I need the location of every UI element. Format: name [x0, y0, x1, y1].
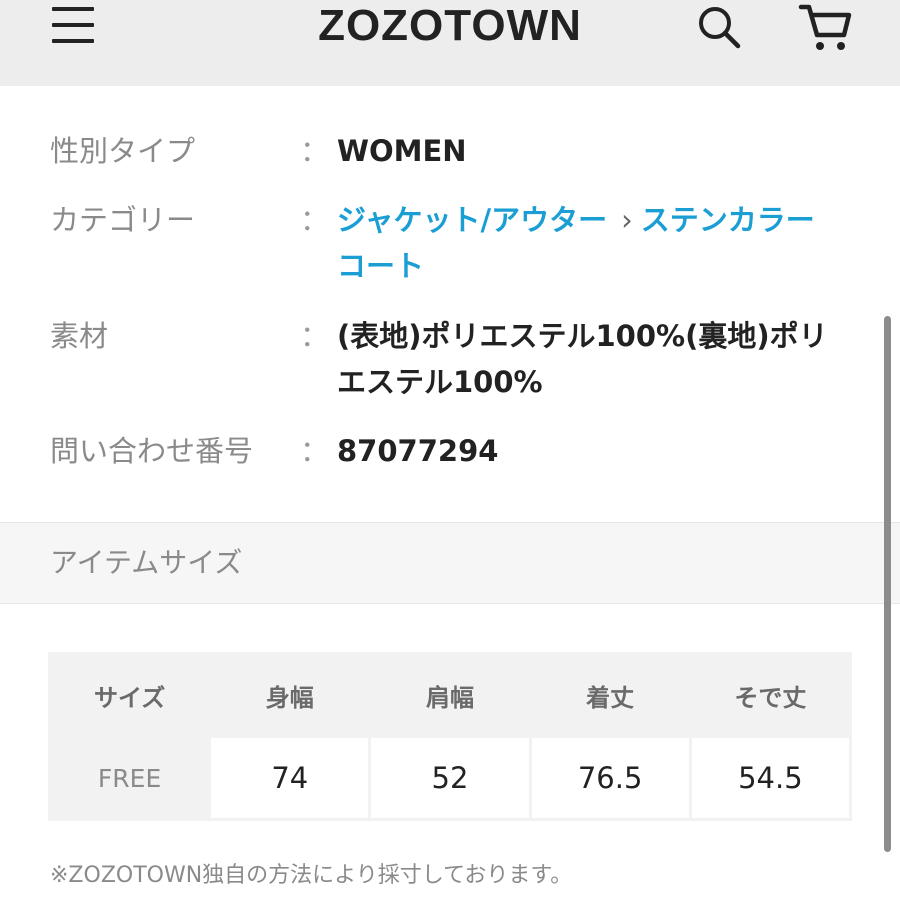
table-row: FREE 74 52 76.5 54.5	[51, 738, 849, 818]
measurement-note: ※ZOZOTOWN独自の方法により採寸しております。	[50, 863, 573, 888]
inquiry-label: 問い合わせ番号	[50, 434, 254, 468]
size-table-header: そで丈	[691, 655, 849, 735]
item-size-title: アイテムサイズ	[50, 546, 243, 579]
item-size-section-header: アイテムサイズ	[0, 522, 900, 604]
colon: ：	[300, 203, 330, 237]
size-value-cell: 76.5	[531, 738, 689, 818]
size-table: サイズ 身幅 肩幅 着丈 そで丈 FREE 74 52 76.5 54.5	[48, 652, 852, 821]
size-value-cell: 52	[371, 738, 529, 818]
size-value-cell: 54.5	[691, 738, 849, 818]
size-table-header-row: サイズ 身幅 肩幅 着丈 そで丈	[51, 655, 849, 735]
category-link-primary[interactable]: ジャケット/アウター	[337, 203, 607, 237]
inquiry-value: 87077294	[337, 434, 499, 468]
chevron-right-icon: ›	[621, 203, 633, 237]
app-header: ZOZOTOWN	[0, 0, 900, 86]
gender-value: WOMEN	[337, 134, 467, 168]
size-table-header: 着丈	[531, 655, 689, 735]
colon: ：	[300, 319, 330, 353]
material-label: 素材	[50, 319, 109, 353]
size-table-header: 身幅	[211, 655, 369, 735]
size-name-cell: FREE	[51, 738, 209, 818]
material-value: (表地)ポリエステル100%(裏地)ポリエステル100%	[337, 319, 828, 399]
category-breadcrumb: ジャケット/アウター › ステンカラーコート	[337, 197, 837, 289]
cart-icon[interactable]	[798, 2, 854, 54]
category-label: カテゴリー	[50, 203, 196, 237]
colon: ：	[300, 434, 330, 468]
gender-label: 性別タイプ	[50, 134, 196, 168]
colon: ：	[300, 134, 330, 168]
site-logo[interactable]: ZOZOTOWN	[0, 4, 900, 48]
size-table-header: 肩幅	[371, 655, 529, 735]
size-value-cell: 74	[211, 738, 369, 818]
size-table-header: サイズ	[51, 655, 209, 735]
scrollbar[interactable]	[884, 316, 891, 852]
search-icon[interactable]	[696, 4, 742, 50]
